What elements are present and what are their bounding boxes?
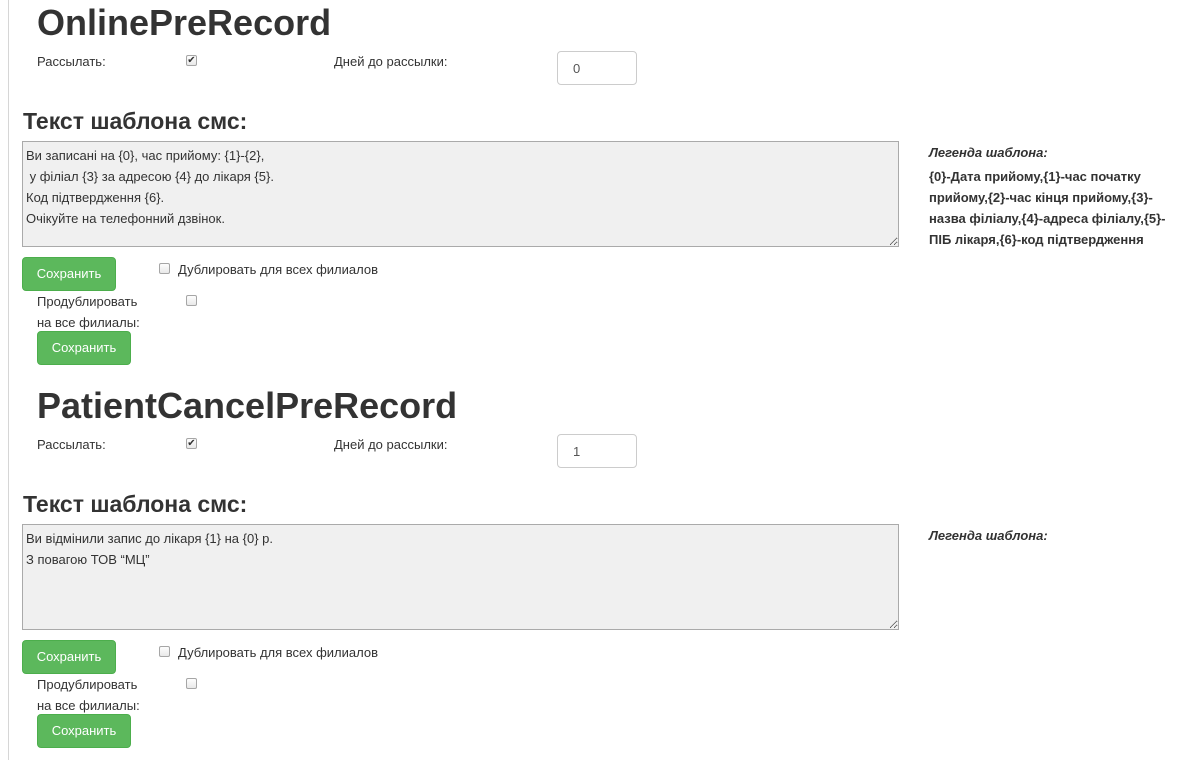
legend-title: Легенда шаблона: [929,528,1048,543]
reduplicate-checkbox[interactable] [186,678,197,689]
reduplicate-label-line1: Продублировать [37,677,138,692]
template-title: Текст шаблона смс: [23,491,248,517]
checkmark-icon: ✔ [187,438,196,449]
reduplicate-label-line2: на все филиалы: [37,315,140,330]
send-checkbox[interactable]: ✔ [186,438,197,449]
reduplicate-checkbox[interactable] [186,295,197,306]
days-input[interactable] [557,51,637,85]
days-label: Дней до рассылки: [334,437,448,452]
days-label: Дней до рассылки: [334,54,448,69]
legend-title: Легенда шаблона: [929,145,1048,160]
section-online-pre-record: OnlinePreRecord Рассылать: ✔ Дней до рас… [0,0,1204,383]
days-input[interactable] [557,434,637,468]
duplicate-all-label: Дублировать для всех филиалов [178,645,378,660]
reduplicate-label: Продублировать на все филиалы: [37,291,157,333]
send-checkbox[interactable]: ✔ [186,55,197,66]
reduplicate-label-line2: на все филиалы: [37,698,140,713]
duplicate-all-label: Дублировать для всех филиалов [178,262,378,277]
save-button[interactable]: Сохранить [22,257,116,291]
send-label: Рассылать: [37,54,106,69]
reduplicate-label-line1: Продублировать [37,294,138,309]
legend-text: {0}-Дата прийому,{1}-час початку прийому… [929,169,1166,247]
template-title: Текст шаблона смс: [23,108,248,134]
sms-template-textarea[interactable]: Ви записані на {0}, час прийому: {1}-{2}… [22,141,899,247]
save-button[interactable]: Сохранить [22,640,116,674]
sms-settings-page: OnlinePreRecord Рассылать: ✔ Дней до рас… [0,0,1204,760]
send-label: Рассылать: [37,437,106,452]
reduplicate-label: Продублировать на все филиалы: [37,674,157,716]
save-reduplicate-button[interactable]: Сохранить [37,714,131,748]
section-patient-cancel-pre-record: PatientCancelPreRecord Рассылать: ✔ Дней… [0,383,1204,760]
section-title: OnlinePreRecord [37,2,332,43]
duplicate-all-checkbox[interactable] [159,646,170,657]
section-title: PatientCancelPreRecord [37,385,458,426]
save-reduplicate-button[interactable]: Сохранить [37,331,131,365]
duplicate-all-checkbox[interactable] [159,263,170,274]
checkmark-icon: ✔ [187,55,196,66]
sms-template-textarea[interactable]: Ви відмінили запис до лікаря {1} на {0} … [22,524,899,630]
